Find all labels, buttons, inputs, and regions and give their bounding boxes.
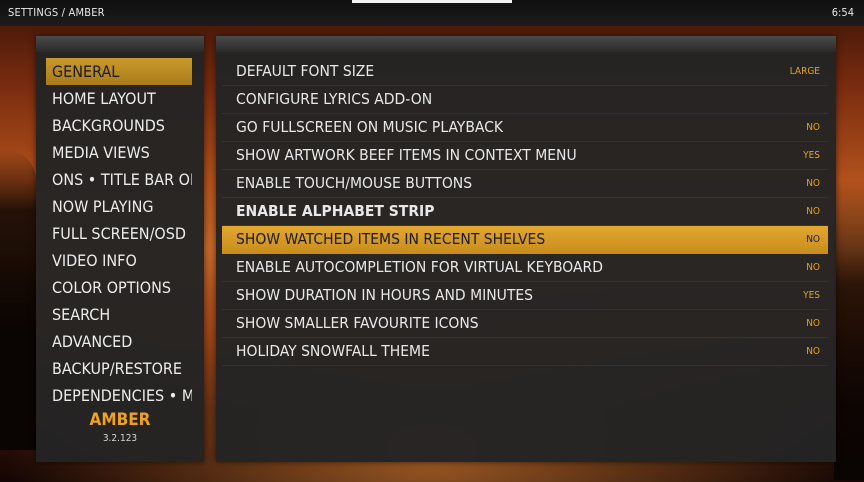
- setting-row[interactable]: ENABLE ALPHABET STRIP NO: [222, 198, 828, 226]
- category-item[interactable]: NOW PLAYING: [46, 193, 192, 220]
- setting-value: YES: [803, 150, 820, 161]
- background-silhouette-left: [0, 150, 36, 450]
- skin-name: AMBER: [89, 410, 151, 430]
- setting-row[interactable]: SHOW ARTWORK BEEF ITEMS IN CONTEXT MENU Y…: [222, 142, 828, 170]
- setting-label: DEFAULT FONT SIZE: [236, 62, 375, 80]
- category-item[interactable]: BACKUP/RESTORE: [46, 355, 192, 382]
- top-bar: SETTINGS / AMBER 6:54: [0, 0, 864, 26]
- setting-row[interactable]: HOLIDAY SNOWFALL THEME NO: [222, 338, 828, 366]
- top-indicator: [352, 0, 512, 3]
- category-item[interactable]: GENERAL: [46, 58, 192, 85]
- settings-list: DEFAULT FONT SIZE LARGE CONFIGURE LYRICS A…: [222, 58, 828, 366]
- category-panel: GENERAL HOME LAYOUT BACKGROUNDS MEDIA VIEWS…: [36, 36, 204, 462]
- setting-row[interactable]: SHOW DURATION IN HOURS AND MINUTES YES: [222, 282, 828, 310]
- setting-value: LARGE: [789, 66, 820, 77]
- setting-row[interactable]: SHOW SMALLER FAVOURITE ICONS NO: [222, 310, 828, 338]
- background-silhouette-right: [834, 180, 864, 480]
- setting-label: GO FULLSCREEN ON MUSIC PLAYBACK: [236, 118, 504, 136]
- category-item[interactable]: FULL SCREEN/OSD: [46, 220, 192, 247]
- setting-label: SHOW DURATION IN HOURS AND MINUTES: [236, 286, 534, 304]
- setting-row[interactable]: CONFIGURE LYRICS ADD-ON: [222, 86, 828, 114]
- skin-version: 3.2.123: [102, 433, 138, 444]
- setting-row[interactable]: DEFAULT FONT SIZE LARGE: [222, 58, 828, 86]
- setting-value: NO: [806, 318, 820, 329]
- setting-label: CONFIGURE LYRICS ADD-ON: [236, 90, 433, 108]
- category-item[interactable]: DEPENDENCIES • M: [46, 382, 192, 409]
- setting-label: HOLIDAY SNOWFALL THEME: [236, 342, 430, 360]
- category-item[interactable]: ONS • TITLE BAR OF: [46, 166, 192, 193]
- setting-value: NO: [806, 206, 820, 217]
- category-item[interactable]: HOME LAYOUT: [46, 85, 192, 112]
- setting-row[interactable]: GO FULLSCREEN ON MUSIC PLAYBACK NO: [222, 114, 828, 142]
- category-item[interactable]: SEARCH: [46, 301, 192, 328]
- setting-value: NO: [806, 122, 820, 133]
- setting-row[interactable]: ENABLE AUTOCOMPLETION FOR VIRTUAL KEYBOA…: [222, 254, 828, 282]
- breadcrumb: SETTINGS / AMBER: [8, 6, 105, 19]
- setting-label: ENABLE AUTOCOMPLETION FOR VIRTUAL KEYBOA…: [236, 258, 603, 276]
- category-item[interactable]: BACKGROUNDS: [46, 112, 192, 139]
- setting-value: YES: [803, 290, 820, 301]
- category-item[interactable]: COLOR OPTIONS: [46, 274, 192, 301]
- setting-label: SHOW ARTWORK BEEF ITEMS IN CONTEXT MENU: [236, 146, 577, 164]
- panel-header: [36, 36, 204, 52]
- setting-value: NO: [806, 234, 820, 245]
- category-list: GENERAL HOME LAYOUT BACKGROUNDS MEDIA VIEWS…: [46, 58, 192, 409]
- category-item[interactable]: VIDEO INFO: [46, 247, 192, 274]
- clock: 6:54: [831, 6, 854, 19]
- category-item[interactable]: MEDIA VIEWS: [46, 139, 192, 166]
- category-item[interactable]: ADVANCED: [46, 328, 192, 355]
- setting-label: SHOW WATCHED ITEMS IN RECENT SHELVES: [236, 230, 546, 248]
- setting-label: SHOW SMALLER FAVOURITE ICONS: [236, 314, 479, 332]
- setting-value: NO: [806, 262, 820, 273]
- setting-label: ENABLE TOUCH/MOUSE BUTTONS: [236, 174, 473, 192]
- setting-row[interactable]: ENABLE TOUCH/MOUSE BUTTONS NO: [222, 170, 828, 198]
- setting-value: NO: [806, 178, 820, 189]
- setting-row[interactable]: SHOW WATCHED ITEMS IN RECENT SHELVES NO: [222, 226, 828, 254]
- panel-header: [216, 36, 836, 52]
- setting-value: NO: [806, 346, 820, 357]
- setting-label: ENABLE ALPHABET STRIP: [236, 202, 435, 220]
- settings-panel: DEFAULT FONT SIZE LARGE CONFIGURE LYRICS A…: [216, 36, 836, 462]
